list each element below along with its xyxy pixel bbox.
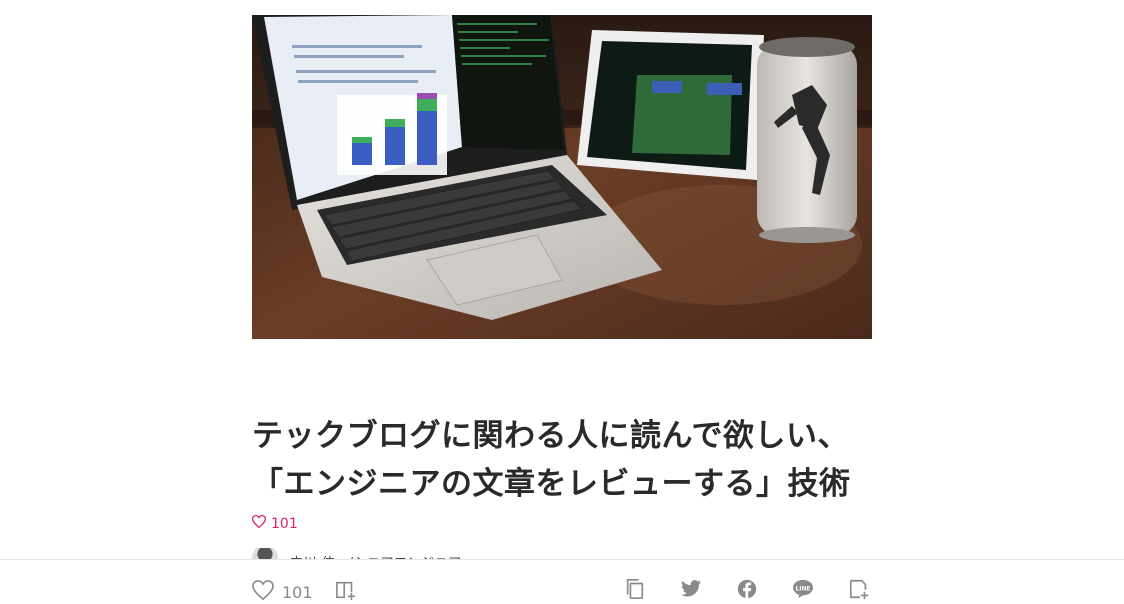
bottom-action-bar: 101 LINE (0, 559, 1124, 604)
like-count-inline[interactable]: 101 (251, 515, 298, 532)
svg-text:LINE: LINE (796, 586, 811, 592)
copy-link-icon (624, 578, 646, 604)
share-facebook-button[interactable] (736, 579, 758, 603)
twitter-icon (680, 579, 702, 603)
hero-image (252, 15, 872, 339)
share-twitter-button[interactable] (680, 580, 702, 602)
article-title-line-2: 「エンジニアの文章をレビューする」技術 (252, 466, 851, 502)
article-title: テックブログに関わる人に読んで欲しい、 「エンジニアの文章をレビューする」技術 (252, 412, 892, 508)
share-line-button[interactable]: LINE (792, 579, 814, 603)
facebook-icon (737, 579, 757, 603)
clip-button[interactable] (848, 578, 870, 604)
heart-icon (251, 515, 267, 532)
line-icon: LINE (792, 579, 814, 603)
like-count: 101 (282, 582, 313, 602)
clip-icon (848, 578, 870, 604)
magazine-add-icon (335, 580, 357, 604)
like-button[interactable]: 101 (252, 580, 313, 604)
like-count-text: 101 (271, 515, 298, 532)
article-title-line-1: テックブログに関わる人に読んで欲しい、 (252, 418, 849, 454)
copy-link-button[interactable] (624, 578, 646, 604)
heart-icon (252, 580, 274, 604)
